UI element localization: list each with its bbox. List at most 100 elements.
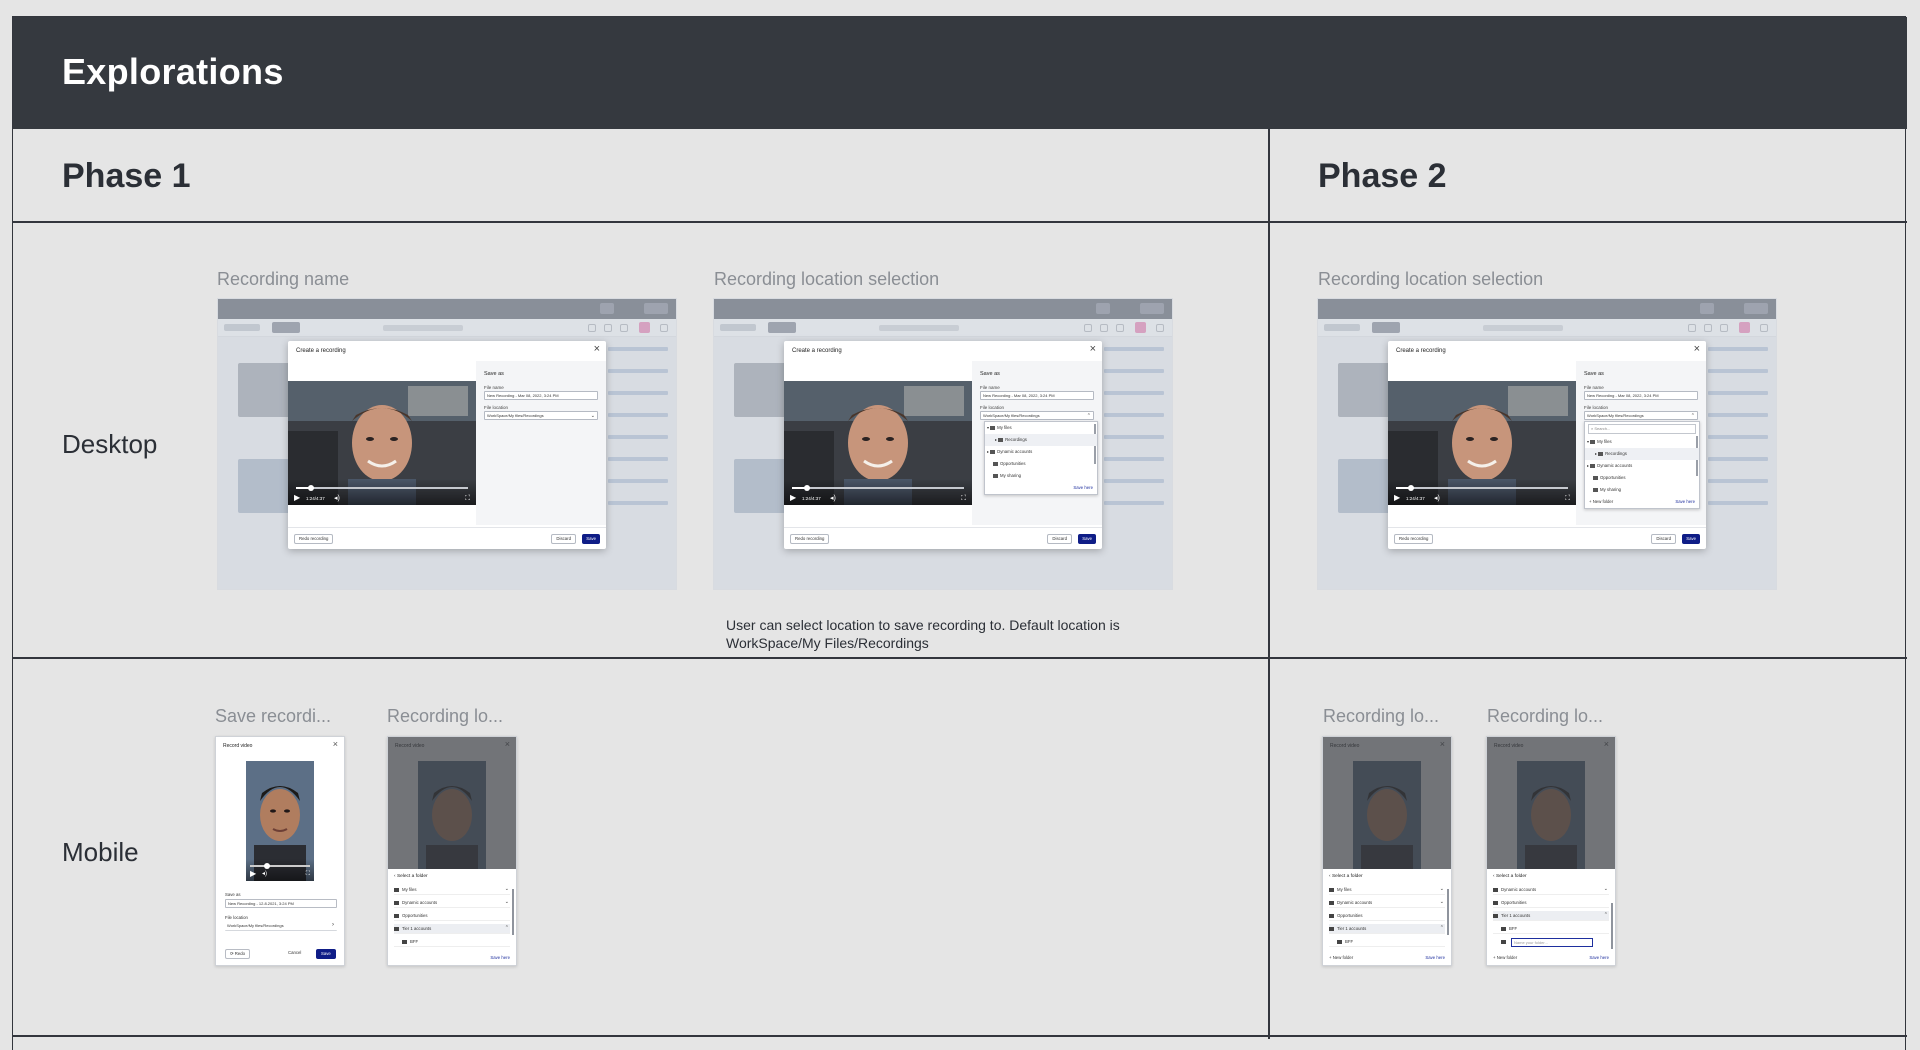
dropdown-item-selected[interactable]: ▸ Recordings xyxy=(1585,448,1699,460)
save-button[interactable]: Save xyxy=(1078,534,1096,544)
file-location-select[interactable]: WorkSpace/My files/Recordings ⌃ xyxy=(980,411,1094,420)
video-preview[interactable]: ▶ ◂) ⛶ xyxy=(246,761,314,881)
redo-recording-button[interactable]: Redo recording xyxy=(294,534,334,544)
folder-row[interactable]: Dynamic accounts ⌄ xyxy=(1493,885,1609,895)
file-name-input[interactable]: New Recording - Mar 08, 2022, 3:24 PM xyxy=(980,391,1094,400)
fullscreen-icon[interactable]: ⛶ xyxy=(306,871,310,878)
volume-icon[interactable]: ◂) xyxy=(1434,495,1440,502)
play-icon[interactable]: ▶ xyxy=(294,494,300,502)
save-here-link[interactable]: Save here xyxy=(490,955,510,960)
save-here-link[interactable]: Save here xyxy=(1425,955,1445,960)
dropdown-item[interactable]: ▸ Dynamic accounts xyxy=(1585,460,1699,472)
select-folder-header[interactable]: ‹ Select a folder xyxy=(1493,874,1527,879)
video-scrubber[interactable] xyxy=(1408,485,1414,491)
file-location-select[interactable]: WorkSpace/My files/Recordings › xyxy=(225,922,337,931)
new-folder-link[interactable]: + New folder xyxy=(1329,955,1353,960)
save-here-link[interactable]: Save here xyxy=(1675,499,1695,504)
new-folder-link[interactable]: + New folder xyxy=(1493,955,1517,960)
save-button[interactable]: Save xyxy=(582,534,600,544)
select-folder-header[interactable]: ‹ Select a folder xyxy=(1329,874,1363,879)
play-icon[interactable]: ▶ xyxy=(1394,494,1400,502)
video-preview[interactable]: ▶ 1:24/4:37 ◂) ⛶ xyxy=(288,381,476,505)
file-name-input[interactable]: New Recording - Mar 08, 2022, 3:24 PM xyxy=(484,391,598,400)
dropdown-item[interactable]: Opportunities xyxy=(1585,472,1699,484)
folder-row[interactable]: My files ⌄ xyxy=(394,885,510,895)
folder-row-selected[interactable]: Tier 1 accounts ⌃ xyxy=(1329,924,1445,934)
select-folder-header[interactable]: ‹ Select a folder xyxy=(394,874,428,879)
dropdown-item-label: Recordings xyxy=(1605,451,1627,456)
dropdown-item[interactable]: Opportunities xyxy=(985,458,1097,470)
fullscreen-icon[interactable]: ⛶ xyxy=(465,495,470,502)
discard-button[interactable]: Discard xyxy=(1047,534,1072,544)
redo-button[interactable]: ⟳ Redo xyxy=(225,949,251,959)
volume-icon[interactable]: ◂) xyxy=(334,495,340,502)
file-location-select[interactable]: WorkSpace/My files/Recordings ⌃ xyxy=(1584,411,1698,420)
dim-overlay xyxy=(1487,737,1615,869)
play-icon[interactable]: ▶ xyxy=(790,494,796,502)
redo-label: Redo xyxy=(234,951,246,956)
video-preview[interactable]: ▶ 1:24/4:37 ◂) ⛶ xyxy=(1388,381,1576,505)
new-folder-input[interactable]: Name your folder... xyxy=(1511,938,1593,947)
folder-row-selected[interactable]: Tier 1 accounts ⌃ xyxy=(394,924,510,934)
save-button[interactable]: Save xyxy=(1682,534,1700,544)
file-name-input[interactable]: New Recording - Mar 08, 2022, 3:24 PM xyxy=(1584,391,1698,400)
volume-icon[interactable]: ◂) xyxy=(262,871,267,878)
sheet-scrollbar[interactable] xyxy=(512,889,514,935)
file-name-input[interactable]: New Recording - 12.8.2021, 3:24 PM xyxy=(225,899,337,908)
video-controls: ▶ 1:24/4:37 ◂) ⛶ xyxy=(784,479,972,505)
video-progress[interactable] xyxy=(792,485,964,491)
fullscreen-icon[interactable]: ⛶ xyxy=(1565,495,1570,502)
discard-button[interactable]: Discard xyxy=(1651,534,1676,544)
mobile-mockup-location-p2a: Record video × ‹ Select a folder My file… xyxy=(1322,736,1452,966)
video-scrubber[interactable] xyxy=(804,485,810,491)
save-as-heading: Save as xyxy=(484,371,504,377)
video-progress[interactable] xyxy=(1396,485,1568,491)
video-scrubber[interactable] xyxy=(308,485,314,491)
dropdown-item[interactable]: ▾ My files xyxy=(985,422,1097,434)
folder-row[interactable]: Opportunities xyxy=(1329,911,1445,921)
dropdown-item-selected[interactable]: ▸ Recordings xyxy=(985,434,1097,446)
folder-row[interactable]: BFF xyxy=(1493,924,1609,934)
dropdown-item[interactable]: ▸ Dynamic accounts xyxy=(985,446,1097,458)
new-folder-link[interactable]: + New folder xyxy=(1589,499,1613,504)
sheet-scrollbar[interactable] xyxy=(1611,903,1613,949)
video-progress[interactable] xyxy=(296,485,468,491)
close-icon[interactable]: × xyxy=(333,740,338,749)
row-label-desktop: Desktop xyxy=(62,429,158,459)
video-progress[interactable] xyxy=(250,865,310,867)
folder-row[interactable]: Dynamic accounts ⌄ xyxy=(1329,898,1445,908)
sheet-footer: Save here xyxy=(394,955,510,963)
fullscreen-icon[interactable]: ⛶ xyxy=(961,495,966,502)
dropdown-item[interactable]: ▾ My files xyxy=(1585,436,1699,448)
volume-icon[interactable]: ◂) xyxy=(830,495,836,502)
close-icon[interactable]: × xyxy=(594,344,600,355)
sheet-scrollbar[interactable] xyxy=(1447,889,1449,935)
modal-title: Create a recording xyxy=(296,348,346,354)
cancel-button[interactable]: Cancel xyxy=(284,949,306,959)
save-here-link[interactable]: Save here xyxy=(1589,955,1609,960)
dropdown-item[interactable]: My sharing xyxy=(1585,484,1699,496)
folder-row-selected[interactable]: Tier 1 accounts ⌃ xyxy=(1493,911,1609,921)
save-here-link[interactable]: Save here xyxy=(985,482,1097,494)
video-preview[interactable]: ▶ 1:24/4:37 ◂) ⛶ xyxy=(784,381,972,505)
folder-row[interactable]: BFF xyxy=(394,937,510,947)
folder-row[interactable]: My files ⌄ xyxy=(1329,885,1445,895)
close-icon[interactable]: × xyxy=(1090,344,1096,355)
redo-recording-button[interactable]: Redo recording xyxy=(1394,534,1434,544)
folder-row[interactable]: Opportunities xyxy=(394,911,510,921)
redo-recording-button[interactable]: Redo recording xyxy=(790,534,830,544)
folder-row[interactable]: Dynamic accounts ⌄ xyxy=(394,898,510,908)
save-button[interactable]: Save xyxy=(316,949,336,959)
file-location-select[interactable]: WorkSpace/My files/Recordings ⌄ xyxy=(484,411,598,420)
chevron-down-icon: ⌄ xyxy=(1439,899,1444,905)
folder-row[interactable]: Opportunities xyxy=(1493,898,1609,908)
video-scrubber[interactable] xyxy=(264,863,270,869)
play-icon[interactable]: ▶ xyxy=(250,870,256,878)
folder-row[interactable]: BFF xyxy=(1329,937,1445,947)
dropdown-item[interactable]: My sharing xyxy=(985,470,1097,482)
discard-button[interactable]: Discard xyxy=(551,534,576,544)
select-folder-title: Select a folder xyxy=(1495,874,1527,879)
folder-search-input[interactable]: ⌕ Search... xyxy=(1588,424,1696,434)
close-icon[interactable]: × xyxy=(1694,344,1700,355)
phase-1-title: Phase 1 xyxy=(62,157,191,195)
